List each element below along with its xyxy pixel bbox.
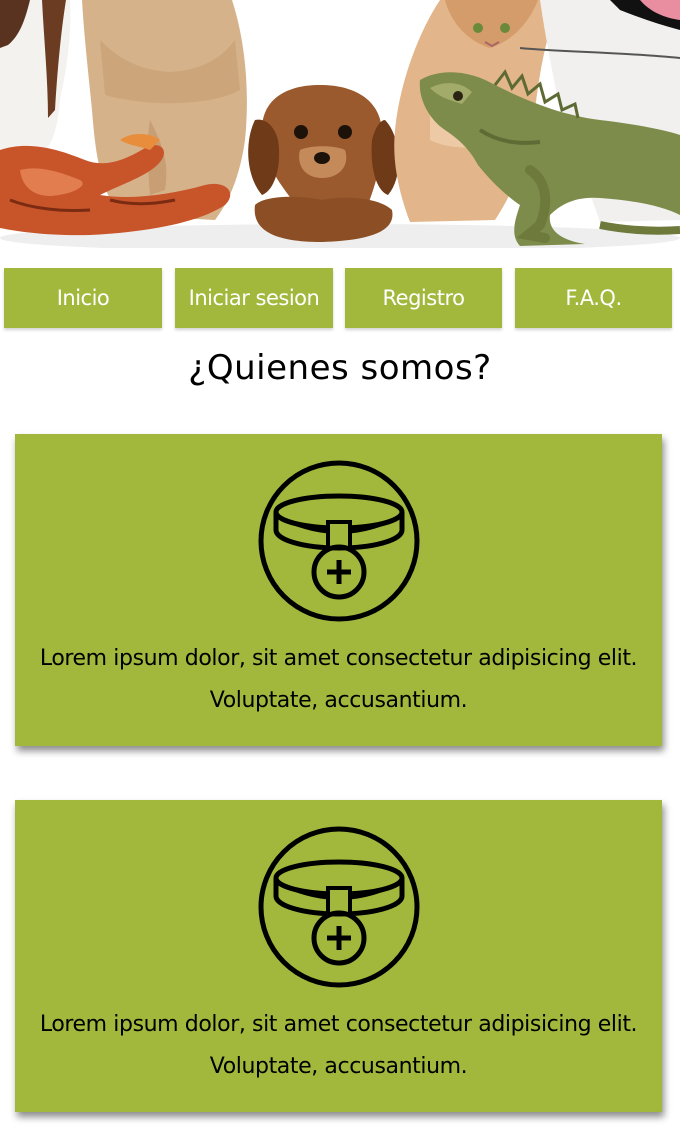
info-card: Lorem ipsum dolor, sit amet consectetur … xyxy=(15,800,662,1112)
card-text: Lorem ipsum dolor, sit amet consectetur … xyxy=(39,1012,638,1079)
pet-collar-icon xyxy=(258,460,420,622)
card-text: Lorem ipsum dolor, sit amet consectetur … xyxy=(39,646,638,713)
nav-inicio-button[interactable]: Inicio xyxy=(4,268,162,328)
hero-banner xyxy=(0,0,680,248)
info-card: Lorem ipsum dolor, sit amet consectetur … xyxy=(15,434,662,746)
nav-registro-button[interactable]: Registro xyxy=(345,268,502,328)
pet-collar-icon xyxy=(258,826,420,988)
pets-banner-image xyxy=(0,0,680,248)
nav-iniciar-sesion-button[interactable]: Iniciar sesion xyxy=(175,268,333,328)
page-title: ¿Quienes somos? xyxy=(188,348,492,388)
nav-faq-button[interactable]: F.A.Q. xyxy=(515,268,672,328)
main-nav: Inicio Iniciar sesion Registro F.A.Q. xyxy=(0,268,680,330)
